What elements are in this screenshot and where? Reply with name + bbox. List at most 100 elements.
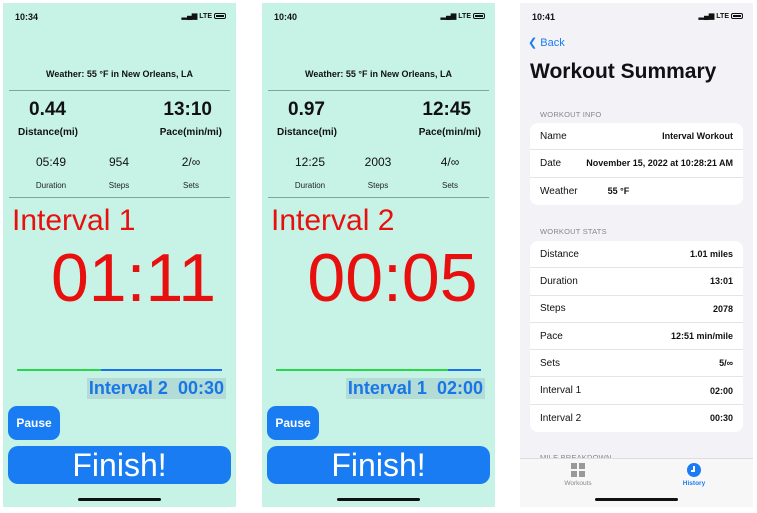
signal-icon: ▂▄▆ bbox=[440, 13, 457, 20]
sets-label: Sets bbox=[182, 181, 199, 190]
row-label: Sets bbox=[540, 357, 561, 369]
tab-bar: Workouts History bbox=[520, 458, 753, 507]
status-indicators: ▂▄▆ LTE bbox=[441, 12, 485, 20]
stats-row: Pace 12:51 min/mile bbox=[530, 323, 743, 351]
info-row: Name Interval Workout bbox=[530, 123, 743, 151]
row-value: 12:51 min/mile bbox=[670, 331, 733, 342]
chevron-left-icon: ❮ bbox=[528, 37, 541, 49]
sets-value: 4/∞ bbox=[440, 155, 460, 169]
pause-button[interactable]: Pause bbox=[267, 406, 319, 440]
tab-label: History bbox=[682, 480, 706, 487]
row-label: Name bbox=[540, 130, 567, 142]
stats-row: Steps 2078 bbox=[530, 296, 743, 323]
divider bbox=[9, 197, 230, 198]
countdown-timer: 00:05 bbox=[307, 240, 478, 316]
battery-icon bbox=[731, 13, 743, 19]
pace-value: 12:45 bbox=[422, 99, 471, 120]
stats-row: Duration 13:01 bbox=[530, 268, 743, 296]
pace-value: 13:10 bbox=[163, 99, 212, 120]
back-button[interactable]: ❮ Back bbox=[528, 36, 565, 49]
next-interval-label: Interval 1 02:00 bbox=[345, 378, 485, 399]
page-title: Workout Summary bbox=[530, 60, 717, 83]
distance-value: 0.44 bbox=[29, 99, 66, 120]
section-header-stats: WORKOUT STATS bbox=[540, 227, 607, 236]
stats-row: Distance 1.01 miles bbox=[530, 241, 743, 269]
duration-label: Duration bbox=[35, 181, 67, 190]
section-header-info: WORKOUT INFO bbox=[540, 110, 602, 119]
next-interval-label: Interval 2 00:30 bbox=[86, 378, 226, 399]
row-value: 02:00 bbox=[709, 385, 733, 396]
row-value: November 15, 2022 at 10:28:21 AM bbox=[586, 158, 733, 169]
row-label: Interval 2 bbox=[540, 412, 582, 424]
weather-label: Weather: 55 °F in New Orleans, LA bbox=[305, 69, 452, 79]
steps-label: Steps bbox=[108, 181, 130, 190]
info-row: Date November 15, 2022 at 10:28:21 AM bbox=[530, 150, 743, 178]
finish-button[interactable]: Finish! bbox=[8, 446, 231, 484]
tab-label: Workouts bbox=[564, 480, 592, 487]
home-indicator bbox=[595, 498, 678, 501]
pause-button[interactable]: Pause bbox=[8, 406, 60, 440]
row-value: 1.01 miles bbox=[689, 249, 733, 260]
row-label: Duration bbox=[540, 275, 578, 287]
steps-value: 2003 bbox=[364, 155, 392, 169]
interval-progress-bar bbox=[17, 369, 222, 371]
row-label: Date bbox=[540, 157, 562, 169]
pace-label: Pace(min/mi) bbox=[418, 127, 481, 138]
row-value: 00:30 bbox=[709, 413, 733, 424]
back-label: Back bbox=[540, 37, 565, 49]
distance-label: Distance(mi) bbox=[277, 127, 338, 138]
progress-fill bbox=[17, 369, 102, 371]
carrier-label: LTE bbox=[199, 12, 212, 20]
row-value: 5/∞ bbox=[719, 358, 733, 369]
row-label: Interval 1 bbox=[540, 385, 582, 397]
duration-label: Duration bbox=[294, 181, 326, 190]
workout-info-card: Name Interval Workout Date November 15, 202… bbox=[530, 123, 743, 205]
timer-screen-1: 10:34 ▂▄▆ LTE Weather: 55 °F in New Orle… bbox=[3, 3, 236, 507]
interval-progress-bar bbox=[276, 369, 481, 371]
stats-row: Interval 2 00:30 bbox=[530, 405, 743, 432]
finish-button[interactable]: Finish! bbox=[267, 446, 490, 484]
clock-icon bbox=[687, 463, 701, 477]
workout-stats-card: Distance 1.01 miles Duration 13:01 Steps 2078… bbox=[530, 241, 743, 433]
distance-label: Distance(mi) bbox=[18, 127, 79, 138]
row-label: Pace bbox=[540, 330, 563, 342]
divider bbox=[268, 90, 489, 91]
signal-icon: ▂▄▆ bbox=[181, 13, 198, 20]
pace-label: Pace(min/mi) bbox=[159, 127, 222, 138]
stats-row: Sets 5/∞ bbox=[530, 350, 743, 378]
row-value: 13:01 bbox=[709, 276, 733, 287]
signal-icon: ▂▄▆ bbox=[698, 13, 715, 20]
info-row: Weather 55 °F bbox=[530, 178, 743, 205]
countdown-timer: 01:11 bbox=[50, 240, 217, 316]
battery-icon bbox=[214, 13, 226, 19]
grid-icon bbox=[571, 463, 585, 477]
status-time: 10:40 bbox=[274, 12, 298, 22]
duration-value: 12:25 bbox=[294, 155, 326, 169]
row-value: 2078 bbox=[712, 303, 733, 314]
divider bbox=[268, 197, 489, 198]
status-indicators: ▂▄▆ LTE bbox=[699, 12, 743, 20]
row-label: Distance bbox=[540, 248, 579, 260]
divider bbox=[9, 90, 230, 91]
status-time: 10:34 bbox=[15, 12, 39, 22]
current-interval-name: Interval 1 bbox=[12, 204, 136, 237]
timer-screen-2: 10:40 ▂▄▆ LTE Weather: 55 °F in New Orle… bbox=[262, 3, 495, 507]
duration-value: 05:49 bbox=[35, 155, 67, 169]
progress-fill bbox=[276, 369, 449, 371]
distance-value: 0.97 bbox=[288, 99, 325, 120]
steps-value: 954 bbox=[108, 155, 130, 169]
status-indicators: ▂▄▆ LTE bbox=[182, 12, 226, 20]
stats-row: Interval 1 02:00 bbox=[530, 377, 743, 405]
row-value: Interval Workout bbox=[662, 131, 733, 142]
weather-label: Weather: 55 °F in New Orleans, LA bbox=[46, 69, 193, 79]
row-label: Steps bbox=[540, 303, 566, 315]
home-indicator bbox=[337, 498, 420, 501]
workout-summary-screen: 10:41 ▂▄▆ LTE ❮ Back Workout Summary WOR… bbox=[520, 3, 753, 507]
tab-workouts[interactable]: Workouts bbox=[548, 463, 608, 487]
tab-history[interactable]: History bbox=[664, 463, 724, 487]
current-interval-name: Interval 2 bbox=[271, 204, 395, 237]
carrier-label: LTE bbox=[716, 12, 729, 20]
sets-value: 2/∞ bbox=[181, 155, 201, 169]
row-value: 55 °F bbox=[607, 186, 630, 197]
home-indicator bbox=[78, 498, 161, 501]
